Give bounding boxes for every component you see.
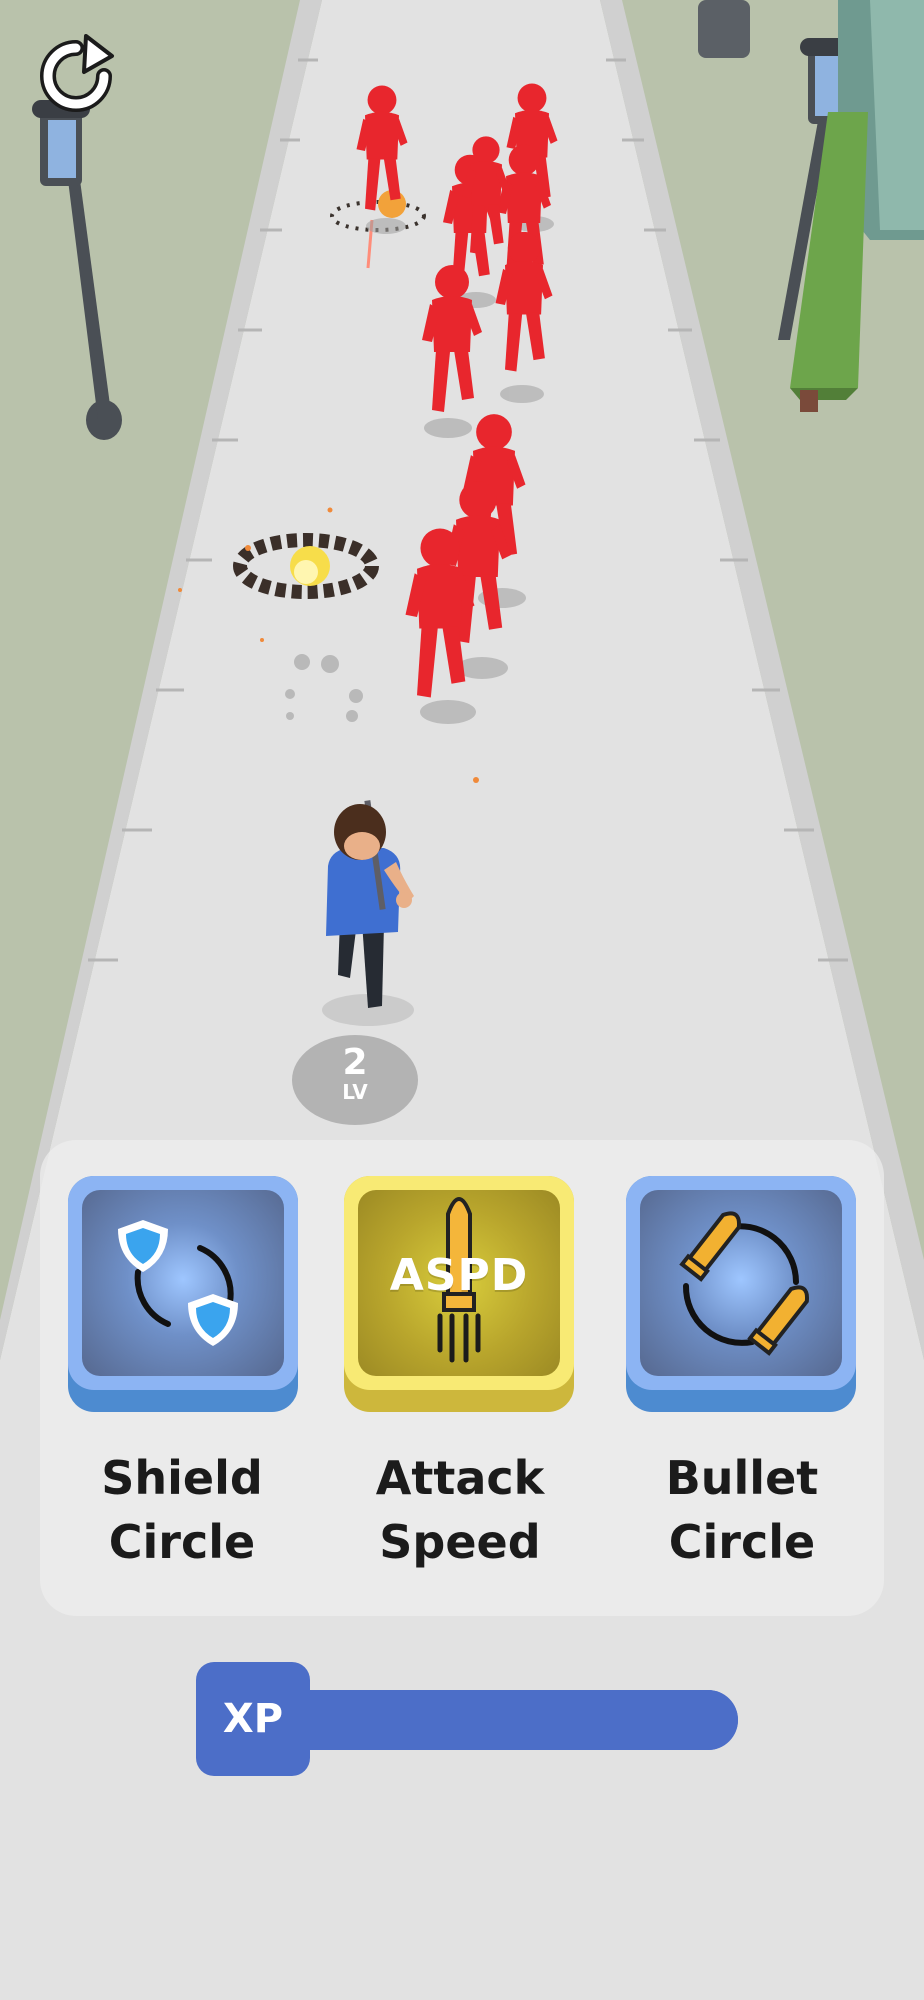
trash-bin bbox=[698, 0, 750, 58]
player-level-badge: 2 LV bbox=[292, 1035, 418, 1125]
aspd-icon-text: ASPD bbox=[389, 1250, 529, 1301]
upgrade-label-attack-speed: Attack Speed bbox=[375, 1451, 545, 1569]
shield-circle-icon bbox=[118, 1220, 238, 1346]
xp-label-badge: XP bbox=[196, 1662, 310, 1776]
upgrade-card-bullet-circle[interactable] bbox=[626, 1176, 856, 1412]
upgrade-label-bullet-circle: Bullet Circle bbox=[665, 1451, 819, 1569]
upgrade-label-shield-circle: Shield Circle bbox=[101, 1451, 263, 1569]
bullet-circle-icon bbox=[679, 1211, 809, 1356]
level-number: 2 bbox=[342, 1042, 368, 1083]
restart-arrow-icon bbox=[40, 34, 114, 112]
upgrade-card-shield-circle[interactable] bbox=[68, 1176, 298, 1412]
restart-button[interactable] bbox=[34, 34, 118, 118]
upgrade-card-attack-speed[interactable]: ASPD bbox=[344, 1176, 574, 1412]
level-label: LV bbox=[342, 1080, 368, 1104]
